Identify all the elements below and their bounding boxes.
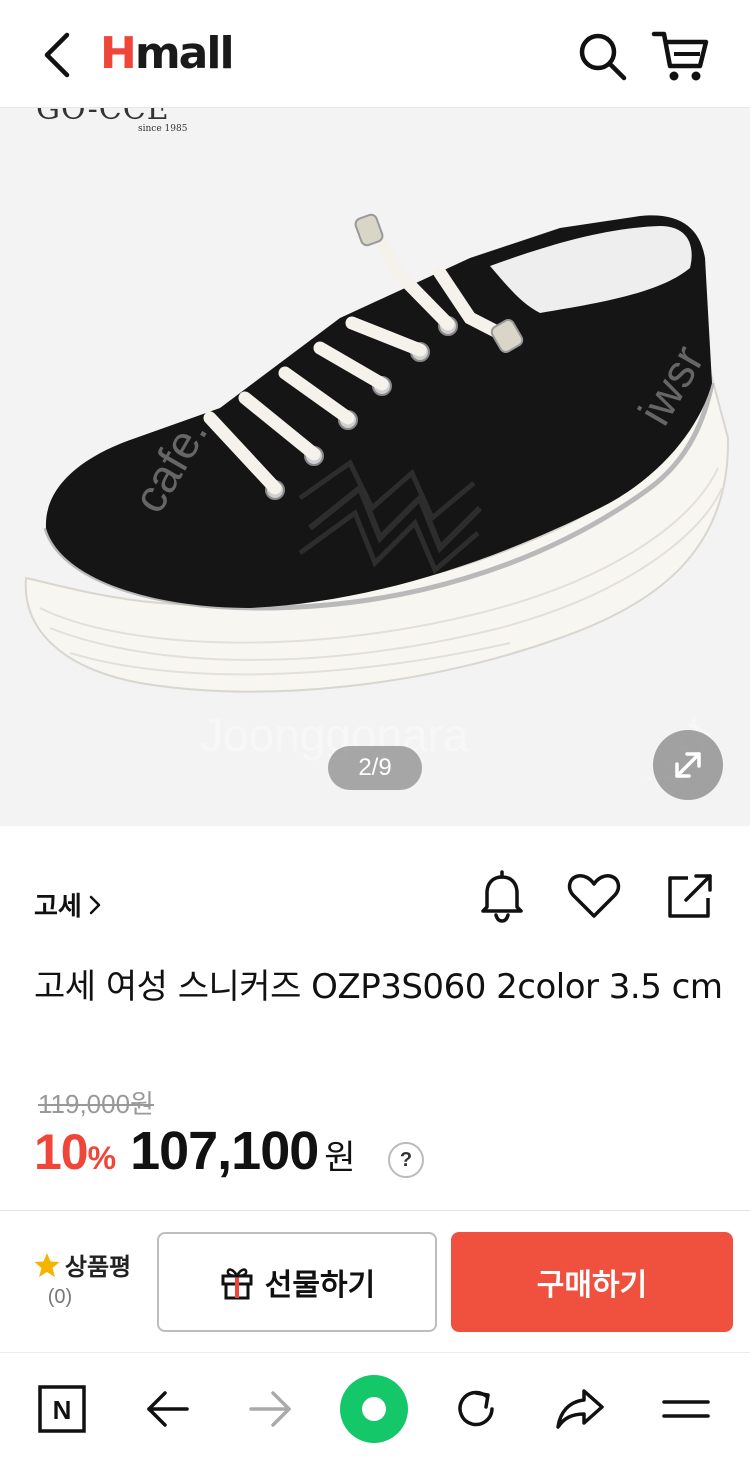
share-button[interactable] xyxy=(662,868,718,924)
search-button[interactable] xyxy=(574,28,630,84)
gift-button[interactable]: 선물하기 xyxy=(157,1232,437,1332)
heart-icon xyxy=(567,874,621,918)
discount-unit: % xyxy=(87,1140,117,1176)
reload-button[interactable] xyxy=(446,1379,506,1439)
logo-h: H xyxy=(100,28,137,79)
green-dot-icon xyxy=(362,1397,386,1421)
star-icon xyxy=(34,1252,60,1277)
naver-n-label: N xyxy=(53,1395,72,1425)
chevron-right-icon xyxy=(89,895,101,914)
naver-home-button[interactable]: N xyxy=(32,1379,92,1439)
arrow-right-icon xyxy=(249,1391,291,1427)
review-summary[interactable]: 상품평 (0) xyxy=(22,1247,142,1309)
green-dot-button[interactable] xyxy=(340,1375,408,1443)
brand-row: 고세 xyxy=(0,826,750,966)
browser-toolbar: N xyxy=(0,1352,750,1463)
menu-icon xyxy=(662,1400,710,1418)
purchase-action-bar: 상품평 (0) 선물하기 구매하기 xyxy=(0,1210,750,1352)
review-label: 상품평 xyxy=(64,1253,132,1281)
review-top: 상품평 xyxy=(22,1247,142,1282)
menu-button[interactable] xyxy=(656,1379,716,1439)
brand-link[interactable]: 고세 xyxy=(34,886,102,923)
arrow-left-icon xyxy=(147,1391,189,1427)
expand-image-button[interactable] xyxy=(653,730,723,800)
search-icon xyxy=(579,33,627,81)
brand-link-label: 고세 xyxy=(34,892,82,922)
wishlist-button[interactable] xyxy=(566,868,622,924)
hmall-logo[interactable]: Hmall xyxy=(100,28,235,80)
product-image-gallery[interactable]: GO-CCE since 1985 cafe. iwsr Joonggonara… xyxy=(0,108,750,826)
app-header: Hmall xyxy=(0,0,750,108)
product-title: 고세 여성 스니커즈 OZP3S060 2color 3.5 cm xyxy=(34,967,723,1007)
cart-icon xyxy=(651,31,709,81)
discount-rate: 10 xyxy=(34,1124,89,1180)
reload-icon xyxy=(458,1390,494,1427)
sneaker-image xyxy=(24,213,730,693)
naver-n-icon: N xyxy=(38,1385,86,1433)
sale-price: 107,100 xyxy=(130,1121,319,1181)
gift-icon xyxy=(221,1268,253,1300)
alert-button[interactable] xyxy=(474,868,530,924)
logo-rest: mall xyxy=(134,28,235,79)
bell-icon xyxy=(481,870,523,923)
browser-back-button[interactable] xyxy=(138,1379,198,1439)
cart-button[interactable] xyxy=(650,26,710,84)
browser-forward-button[interactable] xyxy=(240,1379,300,1439)
review-count: (0) xyxy=(47,1286,73,1308)
chevron-left-icon xyxy=(44,32,70,78)
back-button[interactable] xyxy=(34,26,78,84)
original-price: 119,000원 xyxy=(38,1089,154,1119)
price-row: 10 % 107,100 원 xyxy=(34,1120,356,1190)
browser-share-button[interactable] xyxy=(550,1379,610,1439)
share-arrow-icon xyxy=(556,1389,604,1429)
expand-icon xyxy=(675,752,701,778)
gift-button-label: 선물하기 xyxy=(264,1268,376,1303)
price-help-icon[interactable]: ? xyxy=(388,1142,424,1178)
sale-price-unit: 원 xyxy=(324,1138,356,1178)
buy-button[interactable]: 구매하기 xyxy=(451,1232,733,1332)
share-icon xyxy=(668,874,712,918)
image-page-indicator: 2/9 xyxy=(328,746,422,790)
